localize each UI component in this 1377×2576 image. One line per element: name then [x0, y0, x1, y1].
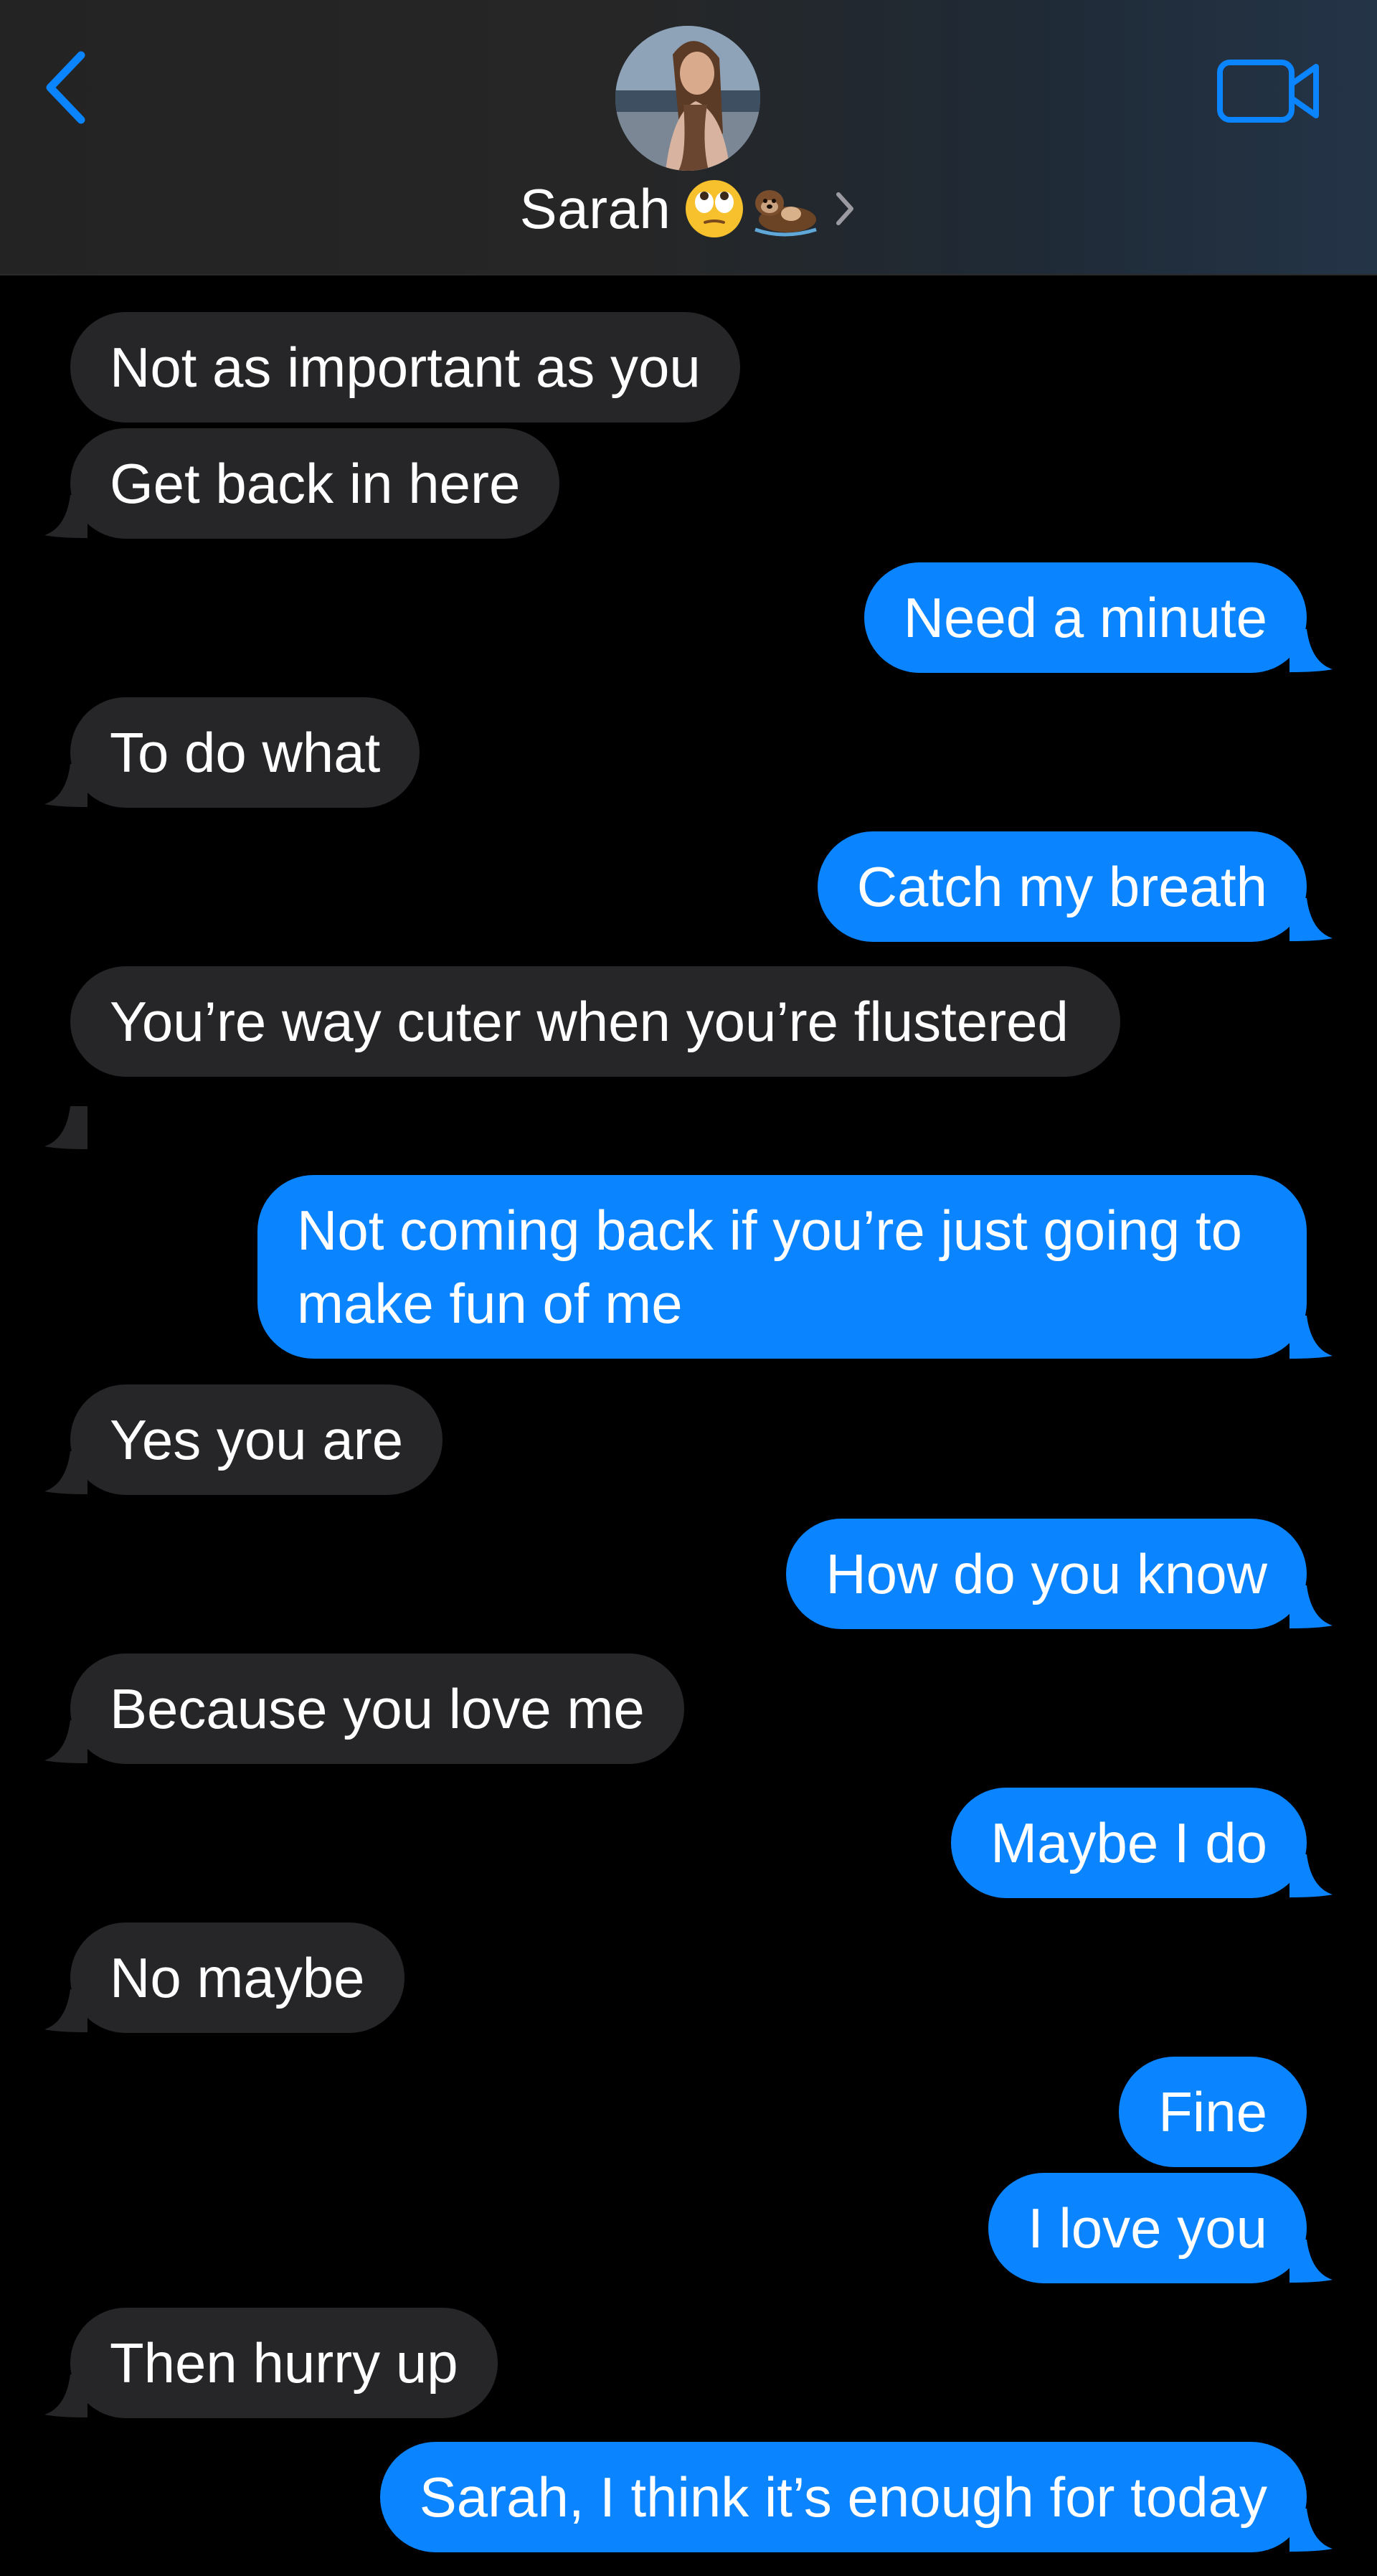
face-with-rolling-eyes-emoji: [686, 180, 744, 237]
incoming-bubble-tail: [44, 1989, 87, 2032]
incoming-bubble-tail: [44, 764, 87, 807]
incoming-message[interactable]: To do what: [70, 697, 420, 808]
outgoing-message[interactable]: I love you: [988, 2173, 1307, 2283]
incoming-bubble-tail: [44, 495, 87, 538]
video-camera-icon: [1217, 60, 1319, 123]
facetime-video-button[interactable]: [1212, 52, 1327, 131]
contact-emoji-group: [683, 178, 820, 240]
incoming-message[interactable]: Not as important as you: [70, 312, 740, 423]
incoming-message[interactable]: Yes you are: [70, 1384, 443, 1495]
incoming-message[interactable]: Get back in here: [70, 428, 560, 539]
incoming-message[interactable]: You’re way cuter when you’re flustered: [70, 966, 1120, 1077]
incoming-bubble-tail: [44, 1106, 87, 1149]
incoming-bubble-tail: [44, 1720, 87, 1763]
outgoing-bubble-tail: [1290, 1316, 1333, 1359]
outgoing-bubble-tail: [1290, 2240, 1333, 2283]
incoming-message[interactable]: Then hurry up: [70, 2308, 498, 2418]
outgoing-bubble-tail: [1290, 1585, 1333, 1628]
outgoing-message[interactable]: Sarah, I think it’s enough for today: [379, 2442, 1307, 2552]
outgoing-message[interactable]: Fine: [1119, 2057, 1307, 2167]
contact-name-button[interactable]: Sarah: [0, 169, 1377, 248]
incoming-bubble-tail: [44, 2374, 87, 2417]
contact-avatar[interactable]: [615, 26, 760, 171]
outgoing-bubble-tail: [1290, 898, 1333, 941]
chevron-left-icon: [46, 51, 85, 124]
incoming-bubble-tail: [44, 1451, 87, 1494]
message-thread[interactable]: Not as important as you Get back in here…: [0, 275, 1377, 2576]
back-button[interactable]: [42, 44, 106, 131]
conversation-header: Sarah: [0, 0, 1377, 275]
outgoing-message[interactable]: Need a minute: [863, 562, 1307, 673]
avatar-photo: [615, 26, 760, 171]
outgoing-message[interactable]: Not coming back if you’re just going to …: [257, 1175, 1307, 1359]
incoming-message[interactable]: No maybe: [70, 1922, 404, 2033]
contact-name: Sarah: [519, 176, 671, 240]
otter-emoji: [754, 190, 818, 237]
outgoing-bubble-tail: [1290, 629, 1333, 672]
chevron-right-icon: [836, 192, 854, 225]
outgoing-message[interactable]: Catch my breath: [817, 831, 1307, 942]
outgoing-message[interactable]: Maybe I do: [951, 1788, 1307, 1898]
incoming-message[interactable]: Because you love me: [70, 1653, 684, 1764]
outgoing-message[interactable]: How do you know: [786, 1519, 1307, 1629]
outgoing-bubble-tail: [1290, 1854, 1333, 1897]
outgoing-bubble-tail: [1290, 2509, 1333, 2552]
